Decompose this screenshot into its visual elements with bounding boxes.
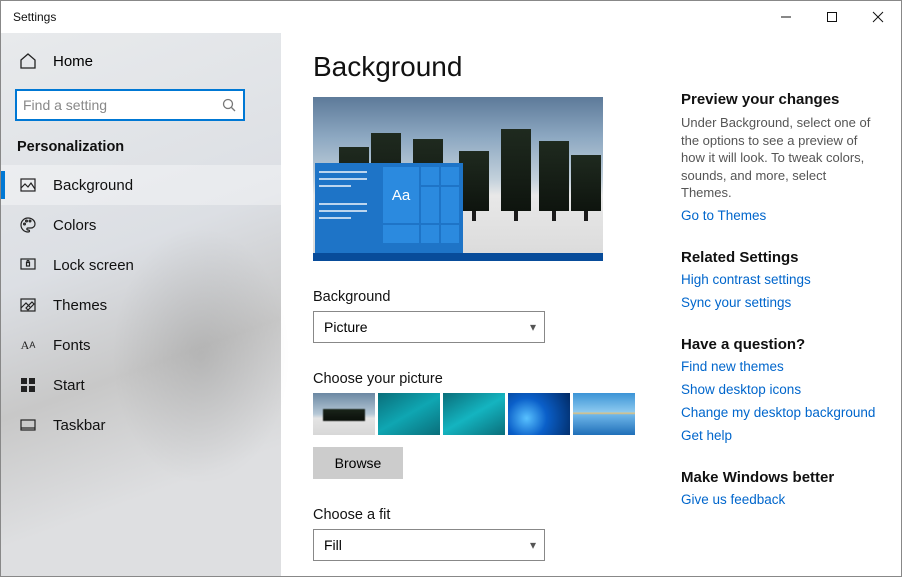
fit-dropdown[interactable]: Fill ▾ — [313, 529, 545, 561]
picture-thumb-3[interactable] — [443, 393, 505, 435]
search-input[interactable] — [23, 97, 221, 113]
sidebar-home[interactable]: Home — [1, 41, 281, 81]
close-button[interactable] — [855, 1, 901, 33]
sidebar-item-label: Fonts — [53, 337, 91, 354]
window-controls — [763, 1, 901, 33]
sidebar-item-label: Lock screen — [53, 257, 134, 274]
sidebar-item-start[interactable]: Start — [1, 365, 281, 405]
chevron-down-icon: ▾ — [530, 320, 536, 334]
show-desktop-icons-link[interactable]: Show desktop icons — [681, 382, 877, 397]
palette-icon — [19, 216, 37, 234]
lock-screen-icon — [19, 256, 37, 274]
choose-fit-label: Choose a fit — [313, 507, 655, 523]
fit-value: Fill — [324, 537, 342, 553]
picture-thumbnails — [313, 393, 655, 435]
make-windows-better-heading: Make Windows better — [681, 469, 877, 486]
sidebar-item-themes[interactable]: Themes — [1, 285, 281, 325]
sidebar-item-colors[interactable]: Colors — [1, 205, 281, 245]
page-title: Background — [313, 51, 655, 83]
have-question-heading: Have a question? — [681, 336, 877, 353]
background-type-label: Background — [313, 289, 655, 305]
give-feedback-link[interactable]: Give us feedback — [681, 492, 877, 507]
picture-thumb-5[interactable] — [573, 393, 635, 435]
home-icon — [19, 52, 37, 70]
search-box[interactable] — [15, 89, 245, 121]
right-column: Preview your changes Under Background, s… — [681, 33, 901, 576]
sidebar-item-background[interactable]: Background — [1, 165, 281, 205]
window-title: Settings — [13, 10, 56, 24]
sidebar: Home Personalization Background Colors L… — [1, 33, 281, 576]
sidebar-item-label: Colors — [53, 217, 96, 234]
sync-settings-link[interactable]: Sync your settings — [681, 295, 877, 310]
start-icon — [19, 376, 37, 394]
browse-button[interactable]: Browse — [313, 447, 403, 479]
find-themes-link[interactable]: Find new themes — [681, 359, 877, 374]
chevron-down-icon: ▾ — [530, 538, 536, 552]
high-contrast-link[interactable]: High contrast settings — [681, 272, 877, 287]
sidebar-item-label: Taskbar — [53, 417, 106, 434]
sidebar-item-label: Background — [53, 177, 133, 194]
sidebar-home-label: Home — [53, 53, 93, 70]
background-type-value: Picture — [324, 319, 368, 335]
sidebar-item-label: Themes — [53, 297, 107, 314]
picture-thumb-1[interactable] — [313, 393, 375, 435]
picture-thumb-2[interactable] — [378, 393, 440, 435]
picture-icon — [19, 176, 37, 194]
maximize-button[interactable] — [809, 1, 855, 33]
desktop-preview: Aa — [313, 97, 603, 261]
preview-changes-heading: Preview your changes — [681, 91, 877, 108]
taskbar-preview — [313, 253, 603, 261]
sidebar-item-lock-screen[interactable]: Lock screen — [1, 245, 281, 285]
picture-thumb-4[interactable] — [508, 393, 570, 435]
related-settings-heading: Related Settings — [681, 249, 877, 266]
search-icon — [221, 97, 237, 113]
get-help-link[interactable]: Get help — [681, 428, 877, 443]
sidebar-item-fonts[interactable]: AA Fonts — [1, 325, 281, 365]
preview-changes-text: Under Background, select one of the opti… — [681, 114, 877, 202]
fonts-icon: AA — [19, 336, 37, 354]
sidebar-item-taskbar[interactable]: Taskbar — [1, 405, 281, 445]
background-type-dropdown[interactable]: Picture ▾ — [313, 311, 545, 343]
go-to-themes-link[interactable]: Go to Themes — [681, 208, 877, 223]
minimize-button[interactable] — [763, 1, 809, 33]
sidebar-item-label: Start — [53, 377, 85, 394]
sample-text-tile: Aa — [383, 167, 419, 223]
start-menu-preview: Aa — [315, 163, 463, 255]
themes-icon — [19, 296, 37, 314]
sidebar-section-title: Personalization — [1, 135, 281, 165]
content-area: Background Aa — [281, 33, 681, 576]
choose-picture-label: Choose your picture — [313, 371, 655, 387]
change-background-link[interactable]: Change my desktop background — [681, 405, 877, 420]
taskbar-icon — [19, 416, 37, 434]
